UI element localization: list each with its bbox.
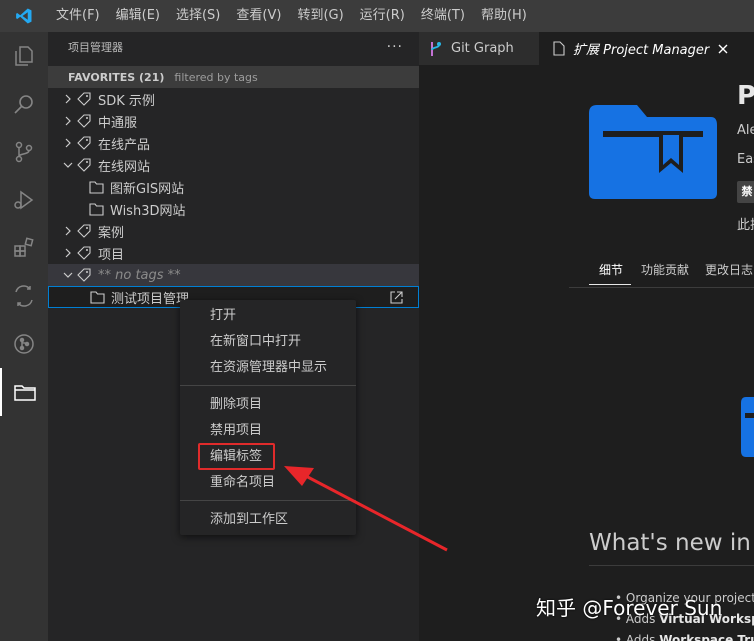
tree-label: SDK 示例 — [98, 93, 155, 109]
tree-tag-online-products[interactable]: 在线产品 — [48, 132, 419, 154]
watermark: 知乎 @Forever Sun — [536, 596, 723, 620]
tab-changelog[interactable]: 更改日志 — [705, 261, 753, 278]
tree-label: ** no tags ** — [98, 267, 181, 283]
close-icon[interactable] — [717, 43, 729, 55]
menu-go[interactable]: 转到(G) — [289, 0, 351, 32]
tree-project-tuxin[interactable]: 图新GIS网站 — [48, 176, 419, 198]
menu-rename-project[interactable]: 重命名项目 — [180, 470, 356, 496]
tree-label: 测试项目管理 — [111, 291, 190, 307]
whats-new-heading: What's new in — [589, 530, 751, 556]
git-graph-tab-icon — [429, 41, 443, 57]
tree-tag-no-tags[interactable]: ** no tags ** — [48, 264, 419, 286]
edit-tags-highlight — [198, 443, 275, 470]
git-graph-icon[interactable] — [0, 320, 48, 368]
extension-details-editor: P Ale Eas 禁 此扩 细节 功能贡献 更改日志 What's new i… — [419, 65, 754, 641]
heading-divider — [589, 565, 754, 566]
folder-icon — [89, 286, 105, 308]
tag-icon — [76, 242, 92, 264]
menu-add-to-workspace[interactable]: 添加到工作区 — [180, 507, 356, 533]
chevron-right-icon — [60, 220, 76, 242]
activity-bar — [0, 32, 48, 641]
tag-icon — [76, 110, 92, 132]
tree-label: 中通服 — [98, 115, 138, 131]
menu-separator — [180, 500, 356, 501]
chevron-down-icon — [60, 154, 76, 176]
menu-edit[interactable]: 编辑(E) — [108, 0, 168, 32]
source-control-icon[interactable] — [0, 128, 48, 176]
tabs-divider — [569, 287, 754, 288]
section-description: filtered by tags — [174, 70, 258, 84]
tree-project-wish3d[interactable]: Wish3D网站 — [48, 198, 419, 220]
bullet-item: • Adds Workspace Tru — [615, 633, 754, 641]
extension-logo-icon — [587, 95, 719, 205]
folder-icon — [88, 198, 104, 220]
extensions-icon[interactable] — [0, 224, 48, 272]
tag-icon — [76, 88, 92, 110]
explorer-icon[interactable] — [0, 32, 48, 80]
tab-label: 扩展 Project Manager — [573, 43, 710, 58]
menu-selection[interactable]: 选择(S) — [168, 0, 228, 32]
menubar: 文件(F) 编辑(E) 选择(S) 查看(V) 转到(G) 运行(R) 终端(T… — [0, 0, 754, 32]
menu-open-new-window[interactable]: 在新窗口中打开 — [180, 329, 356, 355]
menu-open[interactable]: 打开 — [180, 303, 356, 329]
tree-label: 在线产品 — [98, 137, 151, 153]
menu-file[interactable]: 文件(F) — [48, 0, 108, 32]
tree-label: 案例 — [98, 225, 125, 241]
section-title: FAVORITES (21) — [68, 70, 165, 84]
chevron-right-icon — [60, 242, 76, 264]
search-icon[interactable] — [0, 80, 48, 128]
tab-project-manager[interactable]: 扩展 Project Manager — [539, 32, 754, 65]
project-manager-icon[interactable] — [0, 368, 48, 416]
readme-image-fragment — [741, 397, 754, 461]
context-menu: 打开 在新窗口中打开 在资源管理器中显示 删除项目 禁用项目 编辑标签 重命名项… — [180, 300, 356, 535]
tree-tag-cases[interactable]: 案例 — [48, 220, 419, 242]
tree-tag-sdk[interactable]: SDK 示例 — [48, 88, 419, 110]
tree-label: Wish3D网站 — [110, 203, 186, 219]
tree-label: 项目 — [98, 247, 125, 263]
chevron-right-icon — [60, 132, 76, 154]
editor-tab-bar: Git Graph 扩展 Project Manager — [419, 32, 754, 65]
menu-delete-project[interactable]: 删除项目 — [180, 392, 356, 418]
menu-reveal-in-explorer[interactable]: 在资源管理器中显示 — [180, 355, 356, 381]
extension-title: P — [737, 81, 754, 111]
tree-label: 图新GIS网站 — [110, 181, 185, 197]
selected-tab-underline — [589, 284, 631, 285]
extension-author[interactable]: Ale — [737, 123, 754, 138]
chevron-right-icon — [60, 110, 76, 132]
extension-description: Eas — [737, 152, 754, 167]
tree-tag-zhongtongfu[interactable]: 中通服 — [48, 110, 419, 132]
favorites-section-header[interactable]: FAVORITES (21) filtered by tags — [48, 66, 419, 88]
menu-help[interactable]: 帮助(H) — [473, 0, 535, 32]
tag-icon — [76, 220, 92, 242]
menu-view[interactable]: 查看(V) — [228, 0, 289, 32]
folder-icon — [88, 176, 104, 198]
tag-icon — [76, 264, 92, 286]
run-debug-icon[interactable] — [0, 176, 48, 224]
disable-button[interactable]: 禁 — [737, 181, 754, 203]
remote-explorer-icon[interactable] — [0, 272, 48, 320]
tab-feature-contributions[interactable]: 功能贡献 — [641, 261, 689, 278]
tag-icon — [76, 154, 92, 176]
sidebar-title: 项目管理器 — [68, 41, 123, 54]
more-actions-icon[interactable]: ··· — [387, 32, 403, 64]
menu-disable-project[interactable]: 禁用项目 — [180, 418, 356, 444]
extension-status-line: 此扩 — [737, 218, 754, 233]
file-icon — [553, 41, 565, 56]
menu-separator — [180, 385, 356, 386]
open-in-window-icon[interactable] — [389, 290, 404, 309]
tree-tag-online-websites[interactable]: 在线网站 — [48, 154, 419, 176]
menu-terminal[interactable]: 终端(T) — [413, 0, 473, 32]
chevron-right-icon — [60, 88, 76, 110]
tree-tag-projects[interactable]: 项目 — [48, 242, 419, 264]
tree-label: 在线网站 — [98, 159, 151, 175]
tab-git-graph[interactable]: Git Graph — [419, 32, 539, 65]
menu-run[interactable]: 运行(R) — [352, 0, 413, 32]
tab-label: Git Graph — [451, 41, 514, 56]
tag-icon — [76, 132, 92, 154]
tab-details[interactable]: 细节 — [599, 261, 623, 278]
chevron-down-icon — [60, 264, 76, 286]
vscode-logo-icon[interactable] — [0, 0, 48, 32]
